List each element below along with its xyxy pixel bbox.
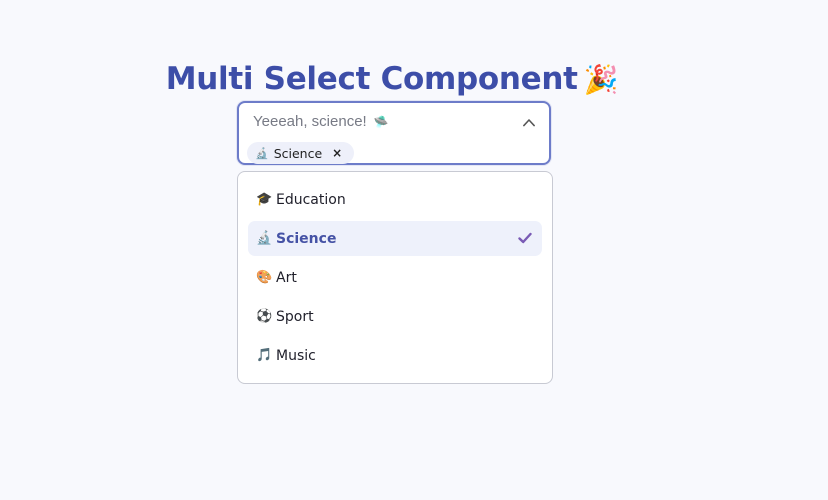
page-title-text: Multi Select Component [165,60,578,97]
microscope-icon: 🔬 [256,231,273,246]
chevron-up-icon[interactable] [523,117,535,129]
options-dropdown: 🎓 Education 🔬 Science 🎨 Art ⚽ Sport 🎵 Mu… [237,171,553,384]
checkmark-icon [518,232,532,244]
option-sport[interactable]: ⚽ Sport [248,299,542,334]
page-title: Multi Select Component 🎉 [0,61,784,97]
option-label: Music [276,347,316,364]
option-label: Science [276,230,337,247]
select-placeholder: Yeeeah, science! 🛸 [253,113,389,130]
option-music[interactable]: 🎵 Music [248,338,542,373]
chip-label: Science [273,145,323,161]
option-label: Education [276,191,346,208]
option-education[interactable]: 🎓 Education [248,182,542,217]
option-art[interactable]: 🎨 Art [248,260,542,295]
ufo-icon: 🛸 [373,115,389,129]
party-popper-icon: 🎉 [583,62,619,96]
graduation-cap-icon: 🎓 [256,192,273,207]
placeholder-text: Yeeeah, science! [253,113,367,130]
option-label: Sport [276,308,314,325]
multi-select-input[interactable]: Yeeeah, science! 🛸 🔬 Science × [237,101,551,165]
soccer-ball-icon: ⚽ [256,309,273,324]
chip-remove-button[interactable]: × [332,146,342,160]
music-note-icon: 🎵 [256,348,273,363]
selected-chip-science: 🔬 Science × [247,142,355,164]
option-label: Art [276,269,297,286]
palette-icon: 🎨 [256,270,273,285]
option-science[interactable]: 🔬 Science [248,221,542,256]
microscope-icon: 🔬 [255,146,269,160]
